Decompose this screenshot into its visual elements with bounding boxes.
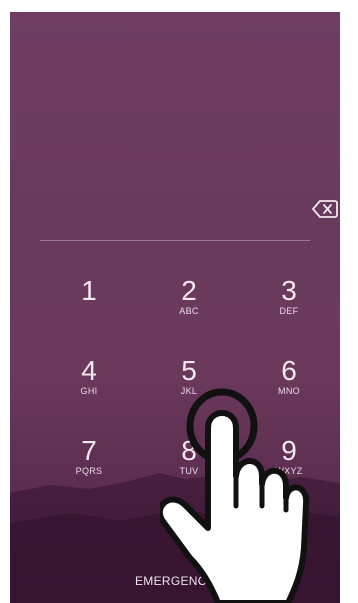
pin-entry-divider — [40, 240, 310, 241]
key-letters: GHI — [80, 386, 98, 396]
key-4[interactable]: 4 GHI — [49, 356, 129, 416]
key-digit: 2 — [181, 275, 197, 306]
backspace-icon[interactable] — [312, 198, 338, 220]
key-digit: 4 — [81, 355, 97, 386]
key-letters: DEF — [279, 306, 299, 316]
pointing-hand-icon — [160, 388, 310, 603]
key-3[interactable]: 3 DEF — [249, 276, 329, 336]
key-1[interactable]: 1 — [49, 276, 129, 336]
key-digit: 7 — [81, 435, 97, 466]
key-7[interactable]: 7 PQRS — [49, 436, 129, 496]
key-letters: ABC — [179, 306, 199, 316]
key-2[interactable]: 2 ABC — [149, 276, 229, 336]
key-digit: 3 — [281, 275, 297, 306]
key-digit: 5 — [181, 355, 197, 386]
key-digit: 6 — [281, 355, 297, 386]
key-letters: PQRS — [75, 466, 103, 476]
key-digit: 1 — [81, 275, 97, 306]
